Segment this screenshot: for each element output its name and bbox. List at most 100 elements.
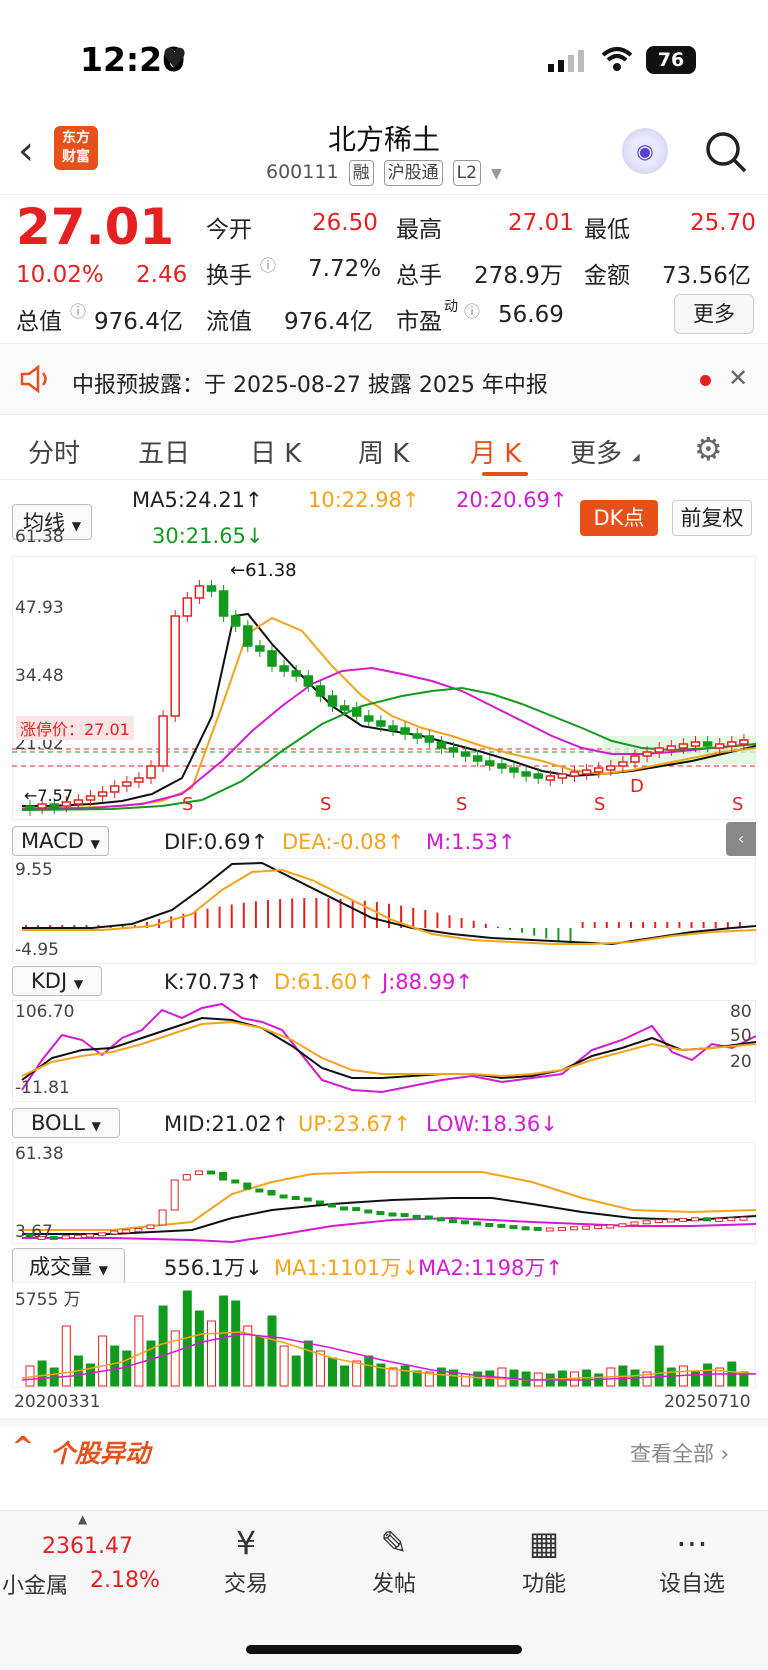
tab-five-day[interactable]: 五日 — [138, 433, 190, 470]
boll-candle — [303, 1197, 312, 1202]
index-value[interactable]: 2361.47 — [42, 1534, 133, 1559]
info-icon[interactable]: ⓘ — [464, 298, 480, 322]
battery-icon: 76 — [646, 46, 696, 74]
boll-candle — [98, 1232, 107, 1237]
chevron-up-icon[interactable]: ^ — [12, 1432, 34, 1462]
volume-select[interactable]: 成交量 ▼ — [12, 1248, 125, 1284]
volume-bar — [340, 1365, 350, 1387]
boll-candle — [642, 1220, 651, 1225]
kdj-select[interactable]: KDJ ▼ — [12, 966, 103, 996]
kdj-d: D:61.60↑ — [274, 970, 375, 994]
chevron-up-icon[interactable]: ▲ — [78, 1512, 87, 1526]
volume-bar — [303, 1340, 313, 1387]
collapse-handle[interactable]: ‹ — [726, 822, 756, 856]
more-button[interactable]: 更多 — [674, 294, 754, 334]
boll-candle — [666, 1218, 675, 1223]
heart-icon: ♥ — [162, 42, 188, 75]
margin-tag: 融 — [348, 160, 374, 186]
kline-candle — [182, 597, 193, 617]
boll-chart[interactable] — [12, 1142, 756, 1244]
view-all-link[interactable]: 查看全部 › — [630, 1438, 729, 1468]
boll-candle — [449, 1219, 457, 1224]
turnover-value: 7.72% — [308, 256, 382, 282]
kline-candle — [630, 755, 640, 763]
limit-price-label: 涨停价：27.01 — [16, 716, 134, 740]
boll-candle — [545, 1227, 554, 1232]
nav-trade[interactable]: ¥ 交易 — [196, 1520, 296, 1598]
boll-candle — [678, 1217, 687, 1222]
kline-candle — [97, 791, 108, 797]
nav-watchlist[interactable]: ⋯ 设自选 — [642, 1520, 742, 1598]
boll-select[interactable]: BOLL ▼ — [12, 1108, 120, 1138]
kdj-axis-top: 106.70 — [15, 1002, 75, 1022]
tab-more[interactable]: 更多 — [570, 433, 622, 470]
close-icon[interactable]: ✕ — [728, 364, 748, 392]
kline-candle — [593, 767, 604, 773]
info-icon[interactable]: ⓘ — [70, 298, 86, 322]
gear-icon[interactable]: ⚙ — [694, 430, 723, 468]
volume-bar — [194, 1310, 204, 1387]
macd-chart[interactable] — [12, 858, 756, 964]
robot-icon[interactable]: ◉ — [622, 128, 668, 174]
kline-chart[interactable] — [12, 556, 756, 820]
volume-ma2: MA2:1198万↑ — [418, 1256, 563, 1280]
kline-candle — [73, 799, 84, 805]
high-value: 27.01 — [508, 210, 574, 236]
kdj-ref-80: 80 — [730, 1002, 752, 1022]
boll-candle — [219, 1172, 228, 1181]
float-cap-value: 976.4亿 — [284, 309, 373, 335]
boll-candle — [388, 1212, 397, 1217]
nav-functions-label: 功能 — [521, 1572, 566, 1597]
boll-candle — [340, 1206, 349, 1211]
boll-candle — [158, 1209, 167, 1226]
boll-candle — [436, 1217, 445, 1222]
info-icon[interactable]: ⓘ — [260, 252, 276, 276]
tab-monthly[interactable]: 月 K — [470, 433, 521, 470]
macd-axis-top: 9.55 — [15, 860, 53, 880]
ma20-value: 20:20.69↑ — [456, 488, 568, 512]
boll-candle — [461, 1220, 470, 1225]
change-amount: 2.46 — [136, 262, 188, 288]
kline-candle — [146, 765, 156, 779]
volume-bar — [473, 1371, 483, 1387]
kline-candle — [122, 781, 132, 787]
low-label: 最低 — [584, 217, 630, 243]
kline-candle — [509, 767, 519, 773]
kdj-ref-50: 50 — [730, 1026, 752, 1046]
signal-d: D — [630, 776, 644, 797]
boll-candle — [485, 1223, 494, 1227]
pe-label: 市盈 — [396, 309, 442, 335]
boll-axis-bottom: 3.67 — [15, 1222, 53, 1242]
turnover-label: 换手 — [206, 263, 252, 289]
signal-s-1: S — [182, 794, 194, 815]
chevron-down-icon[interactable]: ▼ — [491, 166, 502, 182]
boll-candle — [267, 1190, 276, 1196]
nav-post[interactable]: ✎ 发帖 — [344, 1520, 444, 1598]
volume-bar — [328, 1357, 337, 1387]
tab-intraday[interactable]: 分时 — [28, 433, 80, 470]
market-cap-label: 总值 — [16, 309, 62, 335]
macd-select[interactable]: MACD ▼ — [12, 826, 109, 856]
kdj-chart[interactable] — [12, 1000, 756, 1102]
ma30-value: 30:21.65↓ — [152, 524, 264, 548]
search-icon[interactable] — [704, 130, 748, 178]
adjust-button[interactable]: 前复权 — [672, 500, 752, 536]
volume-chart[interactable] — [12, 1282, 756, 1388]
tab-weekly[interactable]: 周 K — [358, 433, 409, 470]
nav-functions[interactable]: ▦ 功能 — [494, 1520, 594, 1598]
boll-candle — [146, 1224, 155, 1230]
nav-trade-label: 交易 — [223, 1572, 268, 1597]
kline-candle — [194, 585, 205, 599]
kline-candle — [230, 615, 241, 627]
last-price: 27.01 — [16, 198, 175, 256]
open-value: 26.50 — [312, 210, 378, 236]
volume-bar — [134, 1315, 144, 1387]
signal-s-2: S — [320, 794, 332, 815]
tab-daily[interactable]: 日 K — [250, 433, 301, 470]
boll-candle — [279, 1194, 288, 1199]
nav-watchlist-label: 设自选 — [658, 1572, 725, 1597]
tab-underline — [482, 472, 528, 476]
kline-candle — [424, 735, 435, 743]
boll-select-label: BOLL — [31, 1111, 85, 1135]
dk-button[interactable]: DK点 — [580, 500, 658, 536]
